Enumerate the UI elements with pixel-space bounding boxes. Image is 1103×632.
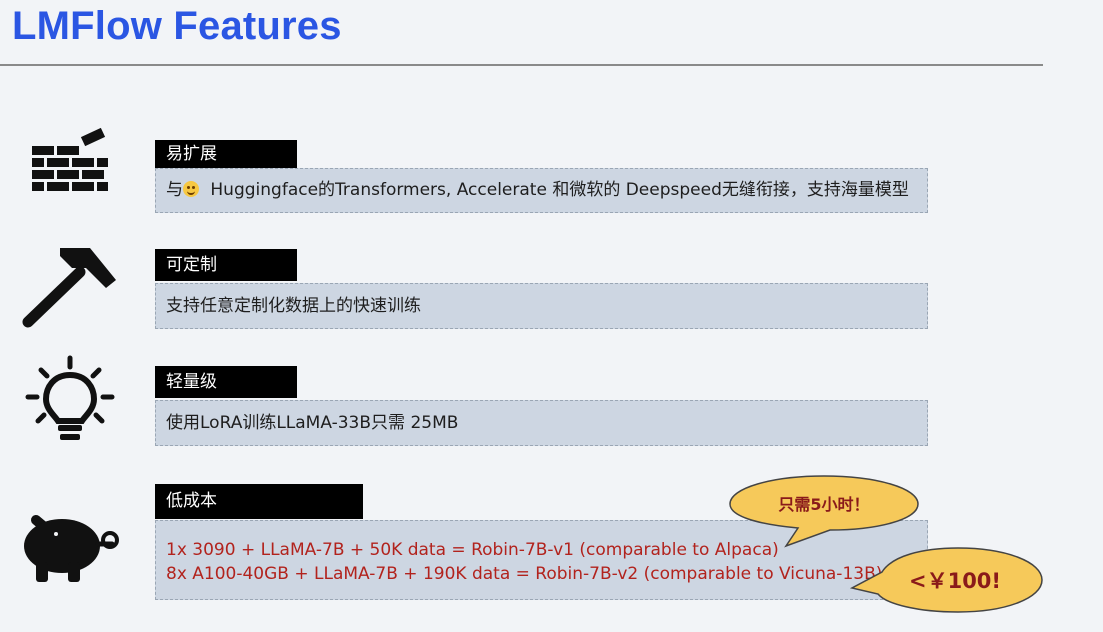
feature-text-extensible: Huggingface的Transformers, Accelerate 和微软… xyxy=(205,180,909,200)
feature-text-customizable: 支持任意定制化数据上的快速训练 xyxy=(166,296,421,316)
feature-box-lightweight: 使用LoRA训练LLaMA-33B只需 25MB xyxy=(155,400,928,446)
slide-title: LMFlow Features xyxy=(12,4,342,48)
title-divider xyxy=(0,64,1043,66)
callout-time-text: 只需5小时！ xyxy=(778,495,870,514)
hugging-face-emoji-icon xyxy=(183,181,199,197)
callout-time-bubble: 只需5小时！ xyxy=(726,472,922,550)
feature-tag-low-cost: 低成本 xyxy=(155,484,363,519)
feature-text-low-cost-line-2: 8x A100-40GB + LLaMA-7B + 190K data = Ro… xyxy=(166,564,883,584)
feature-box-customizable: 支持任意定制化数据上的快速训练 xyxy=(155,283,928,329)
brick-wall-icon xyxy=(30,126,110,201)
hammer-icon xyxy=(20,242,120,332)
lightbulb-icon xyxy=(24,355,116,447)
feature-box-extensible: 与 Huggingface的Transformers, Accelerate 和… xyxy=(155,168,928,213)
feature-text-extensible-prefix: 与 xyxy=(166,180,183,200)
feature-text-lightweight: 使用LoRA训练LLaMA-33B只需 25MB xyxy=(166,413,459,433)
feature-tag-lightweight: 轻量级 xyxy=(155,366,297,398)
piggy-bank-icon xyxy=(22,512,122,584)
feature-tag-customizable: 可定制 xyxy=(155,249,297,281)
feature-tag-extensible: 易扩展 xyxy=(155,140,297,168)
callout-cost-text: <￥100! xyxy=(908,569,1001,593)
callout-cost-bubble: <￥100! xyxy=(848,544,1046,616)
